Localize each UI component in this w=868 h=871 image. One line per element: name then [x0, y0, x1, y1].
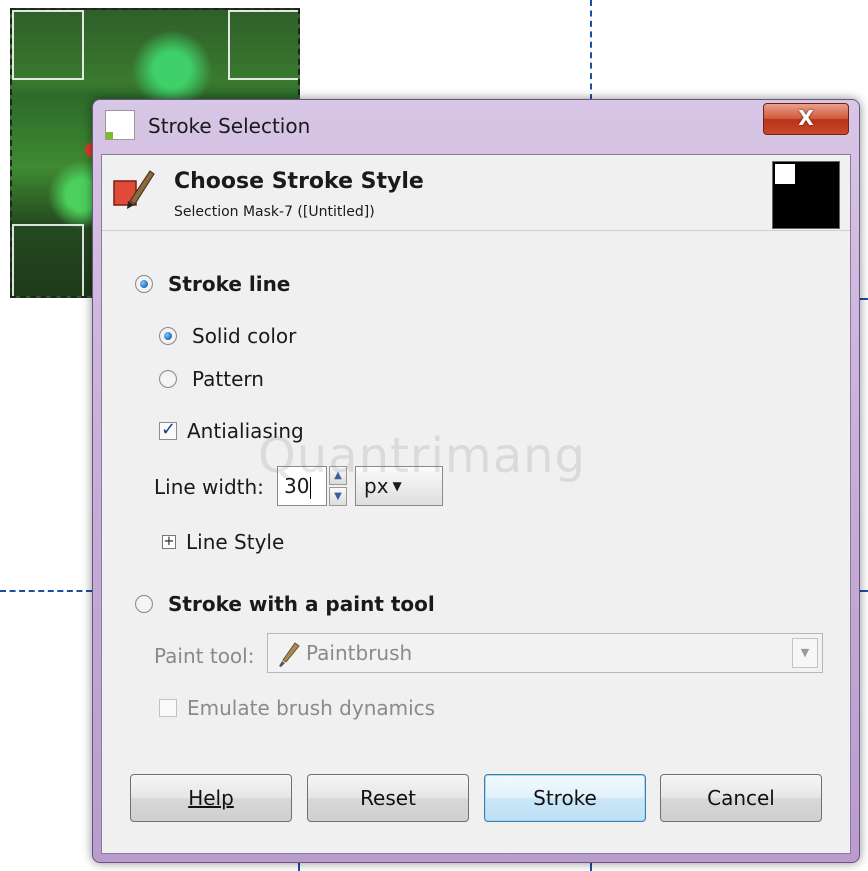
antialiasing-label: Antialiasing: [187, 419, 304, 443]
expander-plus-icon[interactable]: +: [162, 535, 176, 549]
stroke-selection-dialog: Stroke Selection X Choose Stroke Style S…: [92, 99, 860, 863]
pattern-radio[interactable]: [159, 370, 177, 388]
solid-color-label: Solid color: [192, 324, 297, 348]
emulate-dynamics-option[interactable]: Emulate brush dynamics: [159, 696, 435, 720]
unit-value: px: [364, 474, 389, 498]
antialiasing-checkbox[interactable]: [159, 419, 177, 440]
stroke-button[interactable]: Stroke: [484, 774, 646, 822]
stroke-style-icon: [113, 170, 155, 209]
paint-tool-combo[interactable]: Paintbrush ▼: [267, 633, 823, 673]
dropdown-arrow-icon: ▼: [392, 479, 402, 493]
paintbrush-icon: [279, 641, 300, 667]
guide-line: [860, 590, 868, 592]
header-subtitle: Selection Mask-7 ([Untitled]): [174, 204, 375, 220]
reset-button[interactable]: Reset: [307, 774, 469, 822]
help-button[interactable]: Help: [130, 774, 292, 822]
line-style-expander[interactable]: + Line Style: [162, 530, 284, 554]
spin-up-icon[interactable]: ▲: [329, 466, 347, 485]
title-bar[interactable]: Stroke Selection X: [93, 100, 859, 154]
paint-tool-label: Paint tool:: [154, 644, 255, 668]
pattern-label: Pattern: [192, 367, 264, 391]
selection-tile: [12, 10, 84, 80]
dialog-header: Choose Stroke Style Selection Mask-7 ([U…: [102, 155, 850, 231]
stroke-line-label: Stroke line: [168, 272, 291, 296]
combo-arrow-icon[interactable]: ▼: [792, 638, 818, 668]
paint-tool-radio[interactable]: [135, 595, 153, 613]
line-width-label: Line width:: [154, 475, 264, 499]
paint-tool-value: Paintbrush: [306, 641, 413, 665]
guide-line: [0, 590, 92, 592]
unit-select[interactable]: px ▼: [355, 466, 443, 506]
paint-tool-option[interactable]: Stroke with a paint tool: [135, 592, 435, 616]
paint-tool-section-label: Stroke with a paint tool: [168, 592, 435, 616]
selection-tile: [228, 10, 298, 80]
cancel-button[interactable]: Cancel: [660, 774, 822, 822]
stroke-line-option[interactable]: Stroke line: [135, 272, 290, 296]
stroke-line-radio[interactable]: [135, 275, 153, 293]
line-width-input[interactable]: 30: [277, 466, 327, 506]
guide-line: [590, 862, 592, 871]
antialiasing-option[interactable]: Antialiasing: [159, 419, 304, 443]
guide-line: [298, 862, 300, 871]
solid-color-option[interactable]: Solid color: [159, 324, 296, 348]
line-style-label: Line Style: [186, 530, 285, 554]
pattern-option[interactable]: Pattern: [159, 367, 264, 391]
header-title: Choose Stroke Style: [174, 169, 424, 194]
cancel-button-label: Cancel: [707, 786, 775, 810]
app-icon: [105, 110, 135, 140]
dialog-title: Stroke Selection: [148, 114, 311, 138]
selection-preview: [772, 161, 840, 229]
spin-down-icon[interactable]: ▼: [329, 487, 347, 506]
guide-line: [590, 0, 592, 100]
dialog-content: Choose Stroke Style Selection Mask-7 ([U…: [101, 154, 851, 854]
help-button-label: Help: [188, 786, 234, 810]
close-button[interactable]: X: [763, 103, 849, 135]
reset-button-label: Reset: [360, 786, 416, 810]
line-width-spinner[interactable]: ▲ ▼: [329, 466, 347, 506]
selection-tile: [12, 224, 84, 296]
emulate-dynamics-checkbox[interactable]: [159, 699, 177, 717]
guide-line: [860, 298, 868, 300]
stroke-button-label: Stroke: [533, 786, 597, 810]
line-width-value: 30: [284, 474, 310, 498]
solid-color-radio[interactable]: [159, 327, 177, 345]
emulate-dynamics-label: Emulate brush dynamics: [187, 696, 436, 720]
